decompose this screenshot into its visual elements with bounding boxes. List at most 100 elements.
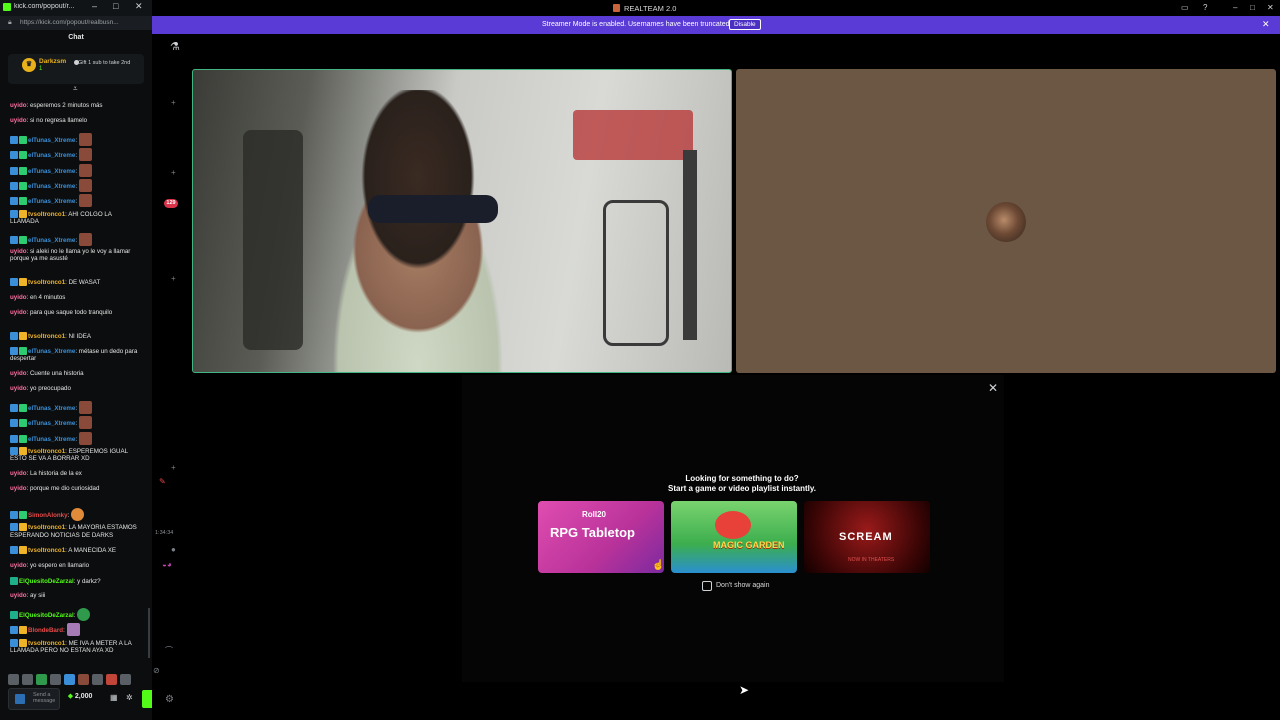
activity-card-scream[interactable]: SCREAM NOW IN THEATERS (804, 501, 930, 573)
plus-icon[interactable]: + (171, 463, 176, 472)
chat-username[interactable]: uyido (10, 294, 27, 301)
chat-message[interactable]: elTunas_Xtreme: (10, 194, 142, 208)
chat-username[interactable]: tvsoltronco1 (28, 547, 65, 554)
chat-username[interactable]: uyido (10, 309, 27, 316)
chat-username[interactable]: elTunas_Xtreme (28, 436, 75, 443)
chat-scrollbar[interactable] (148, 608, 150, 658)
maximize-icon[interactable]: □ (1250, 3, 1255, 12)
chat-username[interactable]: uyido (10, 562, 27, 569)
chat-username[interactable]: elTunas_Xtreme (28, 183, 75, 190)
chat-username[interactable]: uyido (10, 102, 27, 109)
chat-username[interactable]: uyido (10, 370, 27, 377)
plus-icon[interactable]: + (171, 98, 176, 107)
emote-icon[interactable] (92, 674, 103, 685)
chat-username[interactable]: elTunas_Xtreme (28, 152, 75, 159)
chat-username[interactable]: tvsoltronco1 (28, 211, 65, 218)
user-settings-icon[interactable]: ⚗ (170, 40, 180, 53)
chat-message[interactable]: tvsoltronco1: NI IDEA (10, 331, 142, 340)
settings-icon[interactable]: ⚙ (165, 694, 174, 705)
video-tile-speaking[interactable] (192, 69, 732, 373)
chat-message[interactable]: uyido: yo espero en llamario (10, 562, 142, 569)
chat-message[interactable]: elTunas_Xtreme: (10, 416, 142, 430)
chat-message[interactable]: elTunas_Xtreme: (10, 179, 142, 192)
address-bar[interactable]: 🔒︎ https://kick.com/popout/realbusn... (0, 16, 152, 30)
emote-icon[interactable] (8, 674, 19, 685)
minimize-icon[interactable]: – (92, 1, 97, 11)
chat-message[interactable]: elTunas_Xtreme: métase un dedo para desp… (10, 347, 142, 362)
chat-username[interactable]: ElQuesitoDeZarzal (19, 578, 74, 585)
chat-message[interactable]: uyido: esperemos 2 minutos más (10, 102, 142, 109)
chat-username[interactable]: ElQuesitoDeZarzal (19, 612, 74, 619)
checkbox-box[interactable] (702, 581, 712, 591)
inbox-icon[interactable]: ▭ (1181, 3, 1189, 12)
chat-message[interactable]: elTunas_Xtreme: (10, 431, 142, 445)
activity-card-rpg-tabletop[interactable]: Roll20 RPG Tabletop (538, 501, 664, 573)
emote-picker-icon[interactable] (15, 694, 25, 704)
chat-message[interactable]: elTunas_Xtreme: (10, 232, 142, 246)
chat-message[interactable]: ElQuesitoDeZarzal: y darkz? (10, 577, 142, 585)
chat-username[interactable]: elTunas_Xtreme (28, 405, 75, 412)
chat-message[interactable]: elTunas_Xtreme: (10, 132, 142, 146)
chat-username[interactable]: elTunas_Xtreme (28, 168, 75, 175)
chat-username[interactable]: tvsoltronco1 (28, 640, 65, 647)
minimize-icon[interactable]: – (1233, 3, 1237, 12)
activity-card-magic-garden[interactable]: MAGIC GARDEN (671, 501, 797, 573)
chat-message[interactable]: tvsoltronco1: AHI COLGO LA LLAMADA (10, 209, 142, 225)
controller-icon[interactable]: ◒◕ (162, 560, 172, 569)
chat-username[interactable]: elTunas_Xtreme (28, 420, 75, 427)
chat-message[interactable]: uyido: La historia de la ex (10, 470, 142, 477)
chat-username[interactable]: tvsoltronco1 (28, 279, 65, 286)
emote-icon[interactable] (22, 674, 33, 685)
chat-message[interactable]: uyido: si aleki no le llama yo le voy a … (10, 248, 142, 262)
chat-message[interactable]: uyido: yo preocupado (10, 385, 142, 392)
emote-icon[interactable] (50, 674, 61, 685)
chat-message[interactable]: uyido: porque me dio curiosidad (10, 485, 142, 492)
send-button[interactable] (142, 690, 152, 708)
maximize-icon[interactable]: □ (113, 1, 118, 11)
mention-badge[interactable]: 129 (164, 199, 178, 208)
chat-message[interactable]: BlondeBard: (10, 623, 142, 637)
channel-points[interactable]: ⬥ 2,000 (68, 693, 92, 701)
chat-username[interactable]: SimonAlonky (28, 512, 68, 519)
headphones-icon[interactable]: ⌒ (165, 645, 173, 656)
chat-username[interactable]: elTunas_Xtreme (28, 237, 75, 244)
chat-username[interactable]: uyido (10, 385, 27, 392)
deafen-icon[interactable]: ⊘ (153, 666, 160, 675)
chat-message[interactable]: uyido: en 4 minutos (10, 294, 142, 301)
emote-quick-bar[interactable] (8, 672, 148, 685)
chat-username[interactable]: tvsoltronco1 (28, 333, 65, 340)
chat-message[interactable]: uyido: para que saque todo tranquilo (10, 309, 142, 316)
chat-message[interactable]: uyido: Cuente una historia (10, 370, 142, 377)
help-icon[interactable]: ? (1203, 3, 1207, 12)
chat-username[interactable]: tvsoltronco1 (28, 448, 65, 455)
close-icon[interactable]: ✕ (1267, 3, 1274, 12)
disable-button[interactable]: Disable (729, 19, 761, 30)
chat-message[interactable]: tvsoltronco1: DE WASAT (10, 278, 142, 287)
chat-username[interactable]: elTunas_Xtreme (28, 348, 75, 355)
chat-username[interactable]: uyido (10, 485, 27, 492)
close-icon[interactable]: ✕ (135, 1, 143, 12)
chat-username[interactable]: elTunas_Xtreme (28, 137, 75, 144)
emote-icon[interactable] (78, 674, 89, 685)
plus-icon[interactable]: + (171, 274, 176, 283)
chat-message[interactable]: tvsoltronco1: A MANECIDA XE (10, 546, 142, 555)
chat-message[interactable]: elTunas_Xtreme: (10, 163, 142, 177)
calendar-icon[interactable]: ▦ (110, 693, 118, 702)
chat-username[interactable]: tvsoltronco1 (28, 524, 65, 531)
chat-message[interactable]: elTunas_Xtreme: (10, 400, 142, 414)
emote-icon[interactable] (106, 674, 117, 685)
chat-username[interactable]: uyido (10, 117, 27, 124)
chat-message[interactable]: tvsoltronco1: ESPEREMOS IGUAL ESTO SE VA… (10, 447, 142, 462)
pencil-icon[interactable]: ✎ (159, 477, 166, 486)
chat-username[interactable]: BlondeBard (28, 627, 63, 634)
record-icon[interactable]: ● (171, 545, 176, 554)
chat-message[interactable]: uyido: ay siii (10, 592, 142, 599)
emote-icon[interactable] (120, 674, 131, 685)
chat-username[interactable]: uyido (10, 248, 27, 255)
chat-message[interactable]: ElQuesitoDeZarzal: (10, 607, 142, 621)
gear-icon[interactable]: ✲ (126, 693, 133, 702)
chat-message[interactable]: elTunas_Xtreme: (10, 148, 142, 162)
chat-username[interactable]: elTunas_Xtreme (28, 198, 75, 205)
chat-username[interactable]: uyido (10, 592, 27, 599)
close-icon[interactable]: ✕ (988, 381, 998, 395)
